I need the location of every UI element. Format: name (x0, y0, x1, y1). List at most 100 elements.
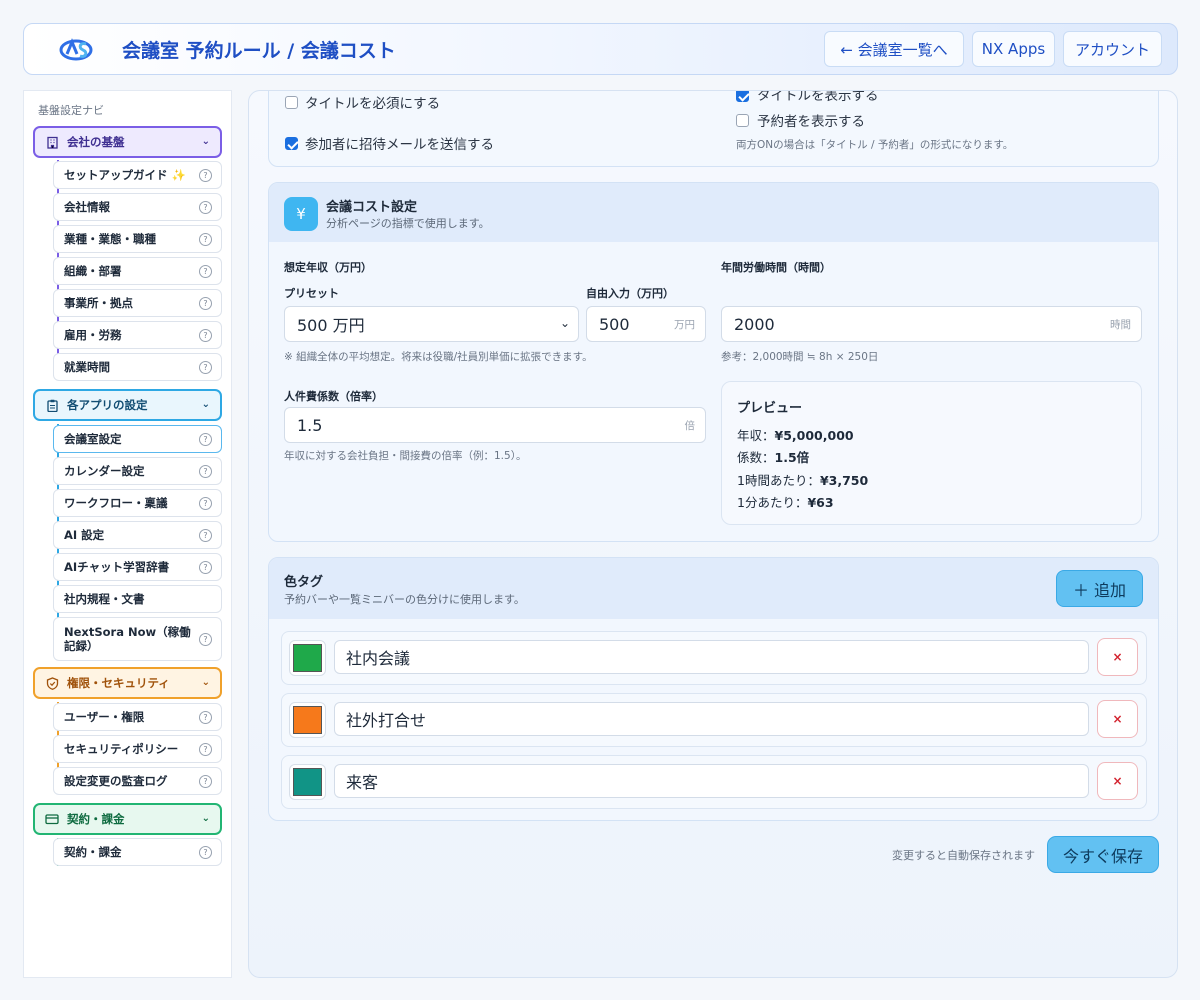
sidebar-item-label: 会社情報 (64, 200, 110, 214)
nav-group-company[interactable]: 会社の基盤 ⌄ (33, 126, 222, 158)
help-icon[interactable]: ? (199, 233, 212, 246)
help-icon[interactable]: ? (199, 329, 212, 342)
sidebar-item-label: 事業所・拠点 (64, 296, 133, 310)
help-icon[interactable]: ? (199, 465, 212, 478)
sidebar-title: 基盤設定ナビ (38, 104, 104, 117)
autosave-note: 変更すると自動保存されます (892, 849, 1035, 862)
app-header: 会議室 予約ルール / 会議コスト ← 会議室一覧へ NX Apps アカウント (23, 23, 1178, 75)
help-icon[interactable]: ? (199, 711, 212, 724)
card-title: 色タグ (284, 575, 324, 590)
cost-coefficient-input[interactable]: 1.5 倍 (284, 407, 706, 443)
annual-hours-input[interactable]: 2000 時間 (721, 306, 1142, 342)
sidebar-item-company-info[interactable]: 会社情報? (53, 193, 222, 221)
sidebar-item-meeting-room[interactable]: 会議室設定? (53, 425, 222, 453)
app-logo-icon[interactable] (58, 34, 94, 64)
color-picker[interactable] (289, 640, 326, 676)
color-swatch (293, 706, 322, 734)
preview-coefficient: 係数：1.5倍 (737, 447, 809, 466)
require-title-checkbox[interactable] (285, 96, 298, 109)
send-invite-checkbox[interactable] (285, 137, 298, 150)
unit-label: 万円 (674, 319, 695, 331)
sidebar-item-nextsora-now[interactable]: NextSora Now（稼働記録）? (53, 617, 222, 661)
cost-preview: プレビュー 年収：¥5,000,000 係数：1.5倍 1時間あたり：¥3,75… (721, 381, 1142, 525)
sidebar-item-work-hours[interactable]: 就業時間? (53, 353, 222, 381)
help-icon[interactable]: ? (199, 743, 212, 756)
help-icon[interactable]: ? (199, 846, 212, 859)
color-swatch (293, 644, 322, 672)
delete-tag-button[interactable]: × (1097, 700, 1138, 738)
sidebar-item-label: 就業時間 (64, 360, 110, 374)
delete-tag-button[interactable]: × (1097, 762, 1138, 800)
display-options-card: タイトルを必須にする 参加者に招待メールを送信する タイトルを表示する 予約者を… (268, 91, 1159, 167)
card-subtitle: 分析ページの指標で使用します。 (326, 217, 490, 230)
help-icon[interactable]: ? (199, 775, 212, 788)
sidebar-item-offices[interactable]: 事業所・拠点? (53, 289, 222, 317)
tag-row: 社内会議 × (281, 631, 1147, 685)
color-picker[interactable] (289, 702, 326, 738)
color-tags-card: 色タグ 予約バーや一覧ミニバーの色分けに使用します。 ＋ 追加 社内会議 × 社… (268, 557, 1159, 821)
add-tag-button[interactable]: ＋ 追加 (1056, 570, 1143, 607)
sidebar-item-security-policy[interactable]: セキュリティポリシー? (53, 735, 222, 763)
nx-apps-button[interactable]: NX Apps (972, 31, 1055, 67)
tag-name-input[interactable]: 来客 (334, 764, 1089, 798)
coef-label: 人件費係数（倍率） (284, 390, 383, 403)
nav-group-label: 契約・課金 (67, 812, 125, 826)
salary-preset-select[interactable]: 500 万円 ⌄ (284, 306, 579, 342)
preset-label: プリセット (284, 287, 339, 300)
help-icon[interactable]: ? (199, 361, 212, 374)
sidebar-item-label: セットアップガイド ✨ (64, 168, 186, 182)
sidebar-item-ai-settings[interactable]: AI 設定? (53, 521, 222, 549)
help-icon[interactable]: ? (199, 633, 212, 646)
sidebar-item-audit-log[interactable]: 設定変更の監査ログ? (53, 767, 222, 795)
preview-value: ¥3,750 (819, 473, 869, 488)
tag-name-input[interactable]: 社外打合せ (334, 702, 1089, 736)
help-icon[interactable]: ? (199, 265, 212, 278)
page-title: 会議室 予約ルール / 会議コスト (122, 40, 396, 62)
sidebar-item-workflow[interactable]: ワークフロー・稟議? (53, 489, 222, 517)
chevron-down-icon: ⌄ (201, 677, 210, 688)
help-icon[interactable]: ? (199, 561, 212, 574)
delete-tag-button[interactable]: × (1097, 638, 1138, 676)
sidebar-item-label: AIチャット学習辞書 (64, 560, 170, 574)
account-button[interactable]: アカウント (1063, 31, 1162, 67)
preview-title: プレビュー (737, 401, 803, 416)
sidebar-item-label: 会議室設定 (64, 432, 122, 446)
sidebar-item-organization[interactable]: 組織・部署? (53, 257, 222, 285)
sidebar-item-label: ワークフロー・稟議 (64, 496, 168, 510)
sidebar-item-calendar[interactable]: カレンダー設定? (53, 457, 222, 485)
help-icon[interactable]: ? (199, 201, 212, 214)
help-icon[interactable]: ? (199, 497, 212, 510)
preview-label: 1分あたり： (737, 495, 808, 510)
help-icon[interactable]: ? (199, 297, 212, 310)
sidebar-item-label: セキュリティポリシー (64, 742, 179, 756)
nav-group-security[interactable]: 権限・セキュリティ ⌄ (33, 667, 222, 699)
salary-label: 想定年収（万円） (284, 261, 372, 274)
sidebar-item-users[interactable]: ユーザー・権限? (53, 703, 222, 731)
sidebar-item-industry[interactable]: 業種・業態・職種? (53, 225, 222, 253)
show-booker-checkbox[interactable] (736, 114, 749, 127)
salary-free-input[interactable]: 500 万円 (586, 306, 706, 342)
card-title: 会議コスト設定 (326, 200, 418, 215)
back-to-rooms-button[interactable]: ← 会議室一覧へ (824, 31, 964, 67)
help-icon[interactable]: ? (199, 169, 212, 182)
sidebar-item-ai-dictionary[interactable]: AIチャット学習辞書? (53, 553, 222, 581)
sidebar-item-contract[interactable]: 契約・課金? (53, 838, 222, 866)
help-icon[interactable]: ? (199, 529, 212, 542)
sidebar-item-employment[interactable]: 雇用・労務? (53, 321, 222, 349)
tag-name-input[interactable]: 社内会議 (334, 640, 1089, 674)
color-picker[interactable] (289, 764, 326, 800)
send-invite-label: 参加者に招待メールを送信する (305, 137, 494, 153)
preview-label: 年収： (737, 428, 775, 443)
sidebar-item-label: AI 設定 (64, 528, 105, 542)
show-title-checkbox[interactable] (736, 91, 749, 102)
help-icon[interactable]: ? (199, 433, 212, 446)
preset-value: 500 万円 (297, 316, 365, 335)
nav-group-billing[interactable]: 契約・課金 ⌄ (33, 803, 222, 835)
preview-value: ¥63 (807, 495, 834, 510)
nav-group-apps[interactable]: 各アプリの設定 ⌄ (33, 389, 222, 421)
preview-annual: 年収：¥5,000,000 (737, 425, 854, 444)
save-now-button[interactable]: 今すぐ保存 (1047, 836, 1159, 873)
sidebar-item-regulations[interactable]: 社内規程・文書 (53, 585, 222, 613)
sidebar-item-setup-guide[interactable]: セットアップガイド ✨? (53, 161, 222, 189)
sidebar-item-label: 雇用・労務 (64, 328, 122, 342)
